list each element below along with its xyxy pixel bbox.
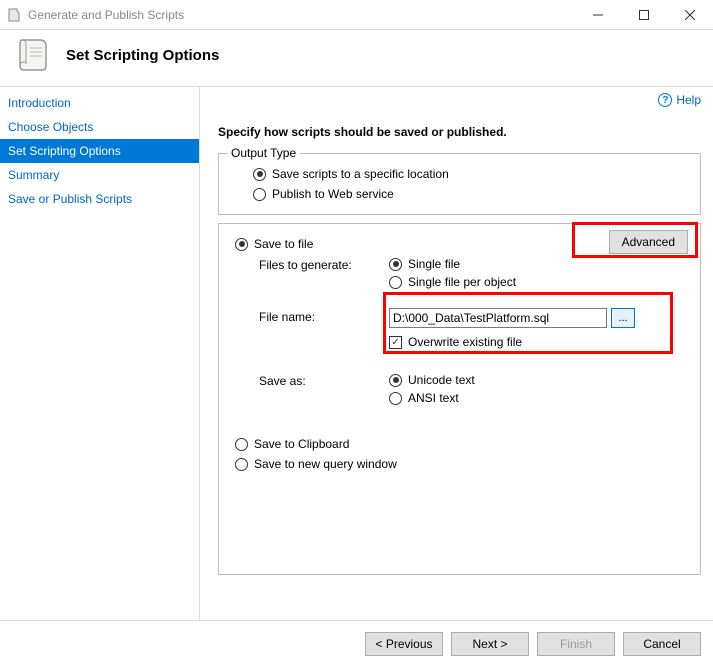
finish-button: Finish (537, 632, 615, 656)
titlebar: Generate and Publish Scripts (0, 0, 713, 30)
main-content: ? Help Specify how scripts should be sav… (200, 87, 713, 620)
file-name-input[interactable] (389, 308, 607, 328)
sidebar-item-introduction[interactable]: Introduction (0, 91, 199, 115)
maximize-button[interactable] (621, 0, 667, 30)
radio-single-file-per-object[interactable]: Single file per object (389, 274, 688, 290)
radio-label: Save to file (254, 237, 313, 251)
wizard-header: Set Scripting Options (0, 30, 713, 87)
help-link[interactable]: ? Help (658, 93, 701, 107)
checkbox-overwrite-existing[interactable]: ✓ Overwrite existing file (389, 334, 688, 350)
wizard-steps-sidebar: Introduction Choose Objects Set Scriptin… (0, 87, 200, 620)
files-to-generate-label: Files to generate: (259, 256, 389, 290)
checkbox-icon: ✓ (389, 336, 402, 349)
window-title: Generate and Publish Scripts (28, 8, 575, 22)
sidebar-item-save-or-publish[interactable]: Save or Publish Scripts (0, 187, 199, 211)
help-icon: ? (658, 93, 672, 107)
sidebar-item-label: Save or Publish Scripts (8, 192, 132, 206)
sidebar-item-summary[interactable]: Summary (0, 163, 199, 187)
radio-icon (389, 258, 402, 271)
radio-label: Unicode text (408, 373, 475, 387)
radio-label: Save to new query window (254, 457, 397, 471)
next-button[interactable]: Next > (451, 632, 529, 656)
radio-ansi-text[interactable]: ANSI text (389, 390, 688, 406)
output-type-fieldset: Output Type Save scripts to a specific l… (218, 153, 701, 215)
radio-label: Single file per object (408, 275, 516, 289)
radio-icon (389, 276, 402, 289)
browse-button[interactable]: ... (611, 308, 635, 328)
sidebar-item-set-scripting-options[interactable]: Set Scripting Options (0, 139, 199, 163)
window-controls (575, 0, 713, 30)
radio-unicode-text[interactable]: Unicode text (389, 372, 688, 388)
radio-icon (235, 458, 248, 471)
sidebar-item-label: Choose Objects (8, 120, 93, 134)
radio-icon (389, 392, 402, 405)
radio-single-file[interactable]: Single file (389, 256, 688, 272)
radio-save-specific-location[interactable]: Save scripts to a specific location (231, 164, 688, 184)
help-label: Help (676, 93, 701, 107)
save-as-label: Save as: (259, 372, 389, 406)
scroll-icon (12, 34, 54, 76)
radio-icon (253, 168, 266, 181)
advanced-button[interactable]: Advanced (609, 230, 688, 254)
radio-icon (389, 374, 402, 387)
wizard-footer: < Previous Next > Finish Cancel (0, 620, 713, 666)
radio-icon (235, 438, 248, 451)
radio-label: Publish to Web service (272, 187, 394, 201)
radio-label: ANSI text (408, 391, 459, 405)
close-button[interactable] (667, 0, 713, 30)
minimize-button[interactable] (575, 0, 621, 30)
previous-button[interactable]: < Previous (365, 632, 443, 656)
sidebar-item-choose-objects[interactable]: Choose Objects (0, 115, 199, 139)
radio-save-to-new-query[interactable]: Save to new query window (231, 454, 688, 474)
checkbox-label: Overwrite existing file (408, 335, 522, 349)
radio-icon (235, 238, 248, 251)
radio-label: Save to Clipboard (254, 437, 349, 451)
subtitle: Specify how scripts should be saved or p… (218, 125, 701, 139)
radio-label: Single file (408, 257, 460, 271)
sidebar-item-label: Introduction (8, 96, 71, 110)
sidebar-item-label: Summary (8, 168, 59, 182)
page-title: Set Scripting Options (66, 47, 219, 64)
radio-label: Save scripts to a specific location (272, 167, 449, 181)
radio-save-to-clipboard[interactable]: Save to Clipboard (231, 434, 688, 454)
cancel-button[interactable]: Cancel (623, 632, 701, 656)
file-name-label: File name: (259, 308, 389, 350)
save-options-fieldset: Save to file Advanced Files to generate:… (218, 223, 701, 575)
radio-publish-web-service[interactable]: Publish to Web service (231, 184, 688, 204)
sidebar-item-label: Set Scripting Options (8, 144, 121, 158)
radio-icon (253, 188, 266, 201)
output-type-legend: Output Type (227, 146, 300, 160)
app-icon (6, 7, 22, 23)
